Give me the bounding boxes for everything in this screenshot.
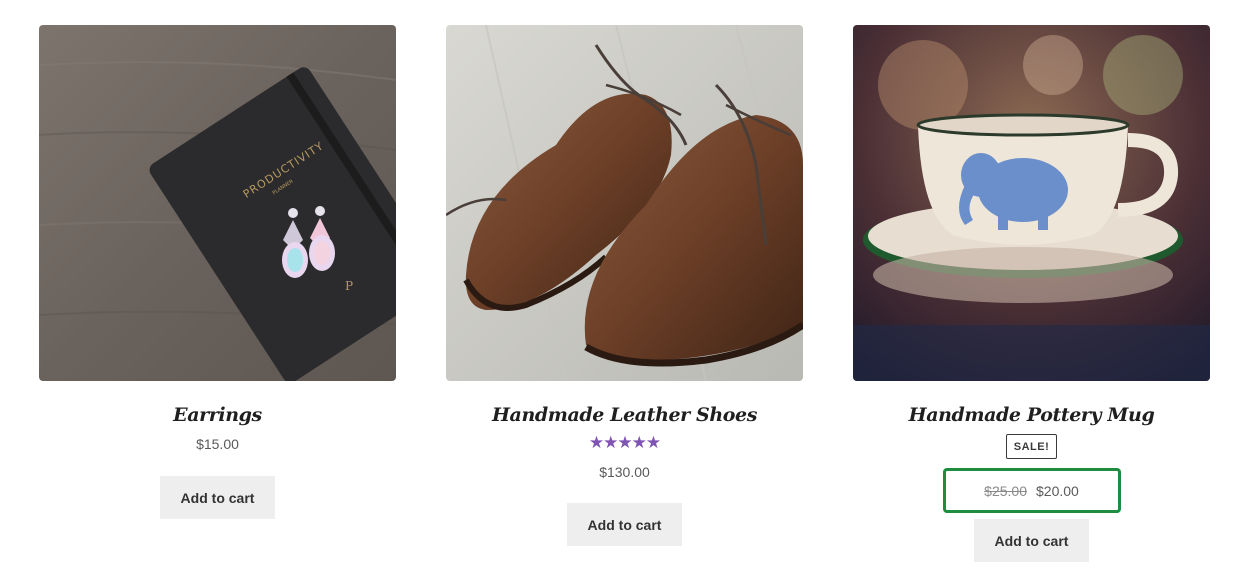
product-card-earrings: PRODUCTIVITY PLANNER P Earrings $15.00 A…	[39, 25, 396, 519]
product-card-pottery-mug: Handmade Pottery Mug SALE! $25.00 $20.00…	[853, 25, 1210, 562]
product-title[interactable]: Handmade Leather Shoes	[492, 403, 757, 427]
add-to-cart-button[interactable]: Add to cart	[974, 519, 1089, 562]
product-grid: PRODUCTIVITY PLANNER P Earrings $15.00 A…	[0, 0, 1254, 582]
earrings-photo: PRODUCTIVITY PLANNER P	[39, 25, 396, 381]
mug-photo	[853, 25, 1210, 381]
svg-text:P: P	[345, 279, 353, 293]
product-price: $15.00	[196, 436, 239, 452]
product-title[interactable]: Handmade Pottery Mug	[909, 403, 1155, 427]
sale-price: $20.00	[1036, 482, 1079, 499]
product-image-pottery-mug[interactable]	[853, 25, 1210, 381]
price-highlight-box: $25.00 $20.00	[942, 468, 1121, 513]
product-image-earrings[interactable]: PRODUCTIVITY PLANNER P	[39, 25, 396, 381]
product-price: $130.00	[599, 464, 650, 480]
rating-stars: ★★★★★	[588, 433, 661, 452]
add-to-cart-button[interactable]: Add to cart	[160, 476, 275, 519]
add-to-cart-button[interactable]: Add to cart	[567, 503, 682, 546]
product-image-leather-shoes[interactable]	[446, 25, 803, 381]
sale-badge: SALE!	[1005, 434, 1058, 459]
product-card-leather-shoes: Handmade Leather Shoes ★★★★★ $130.00 Add…	[446, 25, 803, 546]
product-title[interactable]: Earrings	[173, 403, 262, 427]
regular-price: $25.00	[984, 482, 1027, 499]
shoes-photo	[446, 25, 803, 381]
